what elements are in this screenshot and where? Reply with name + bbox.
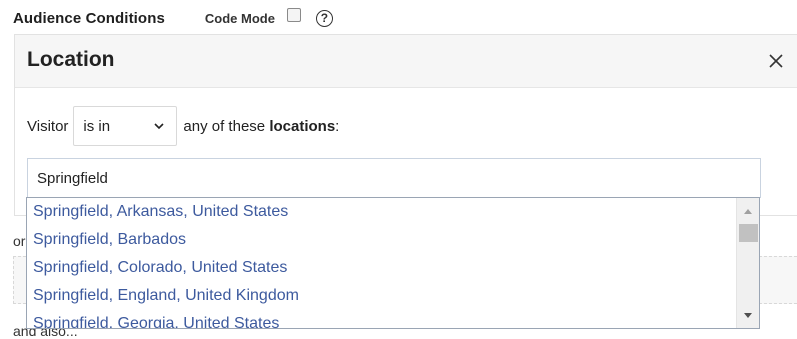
suggestion-item[interactable]: Springfield, Colorado, United States — [27, 254, 736, 282]
scroll-down-arrow-icon[interactable] — [742, 310, 754, 320]
or-separator: or — [13, 233, 26, 249]
location-card-title: Location — [27, 48, 115, 71]
suggestion-item[interactable]: Springfield, Arkansas, United States — [27, 198, 736, 226]
suggestion-item[interactable]: Springfield, Barbados — [27, 226, 736, 254]
code-mode-label: Code Mode — [204, 10, 275, 26]
close-icon[interactable] — [767, 52, 785, 70]
audience-header: Audience Conditions Code Mode ? — [13, 6, 333, 30]
operator-select-value: is in — [83, 117, 111, 135]
locations-label-suffix: : — [335, 117, 340, 135]
location-condition-row: Visitor is in any of these locations: — [27, 105, 339, 147]
suggestion-item[interactable]: Springfield, Georgia, United States — [27, 310, 736, 328]
locations-label: any of these locations: — [183, 118, 339, 135]
suggestion-list: Springfield, Arkansas, United States Spr… — [27, 198, 736, 328]
location-search-input[interactable] — [27, 158, 761, 198]
chevron-down-icon — [154, 123, 164, 130]
audience-conditions-title: Audience Conditions — [13, 9, 165, 27]
locations-label-bold: locations — [269, 117, 336, 135]
help-icon[interactable]: ? — [315, 9, 333, 27]
locations-label-prefix: any of these — [183, 117, 270, 135]
location-condition-card: Location Visitor is in any of these loca… — [14, 34, 797, 216]
code-mode-checkbox[interactable] — [286, 8, 301, 22]
operator-select[interactable]: is in — [73, 106, 178, 146]
location-card-header: Location — [15, 35, 797, 88]
dropdown-scrollbar[interactable] — [736, 198, 759, 328]
audience-conditions-panel: Audience Conditions Code Mode ? or and a… — [0, 0, 797, 339]
suggestion-item[interactable]: Springfield, England, United Kingdom — [27, 282, 736, 310]
location-suggestions-dropdown[interactable]: Springfield, Arkansas, United States Spr… — [26, 197, 760, 329]
scroll-up-arrow-icon[interactable] — [742, 206, 754, 216]
visitor-label: Visitor — [27, 117, 69, 135]
scroll-thumb[interactable] — [739, 224, 758, 242]
